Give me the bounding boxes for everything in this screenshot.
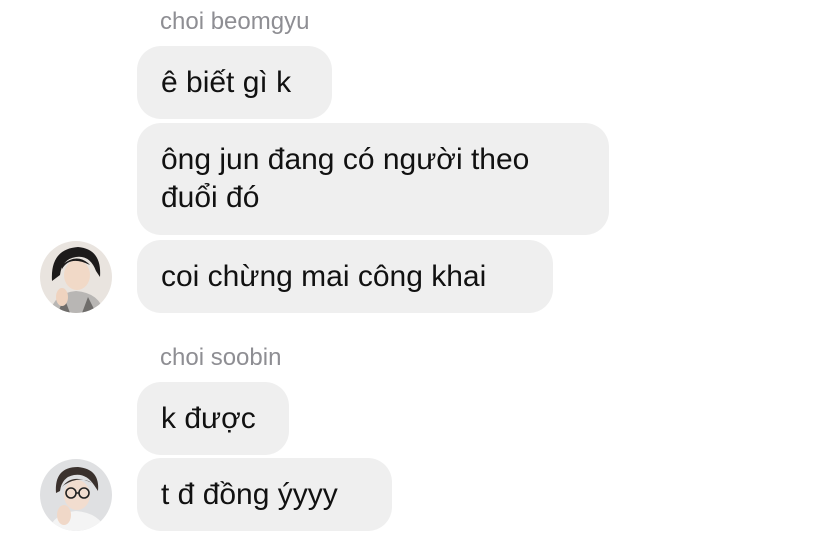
avatar-soobin[interactable] (40, 459, 112, 531)
message-bubble[interactable]: k được (137, 382, 289, 455)
message-text: ông jun đang có người theo đuổi đó (161, 143, 530, 214)
message-text: ê biết gì k (161, 65, 292, 99)
message-text: k được (161, 401, 256, 435)
avatar-beomgyu[interactable] (40, 241, 112, 313)
message-text: t đ đồng ýyyy (161, 477, 338, 511)
sender-name-soobin: choi soobin (160, 344, 282, 371)
message-bubble[interactable]: coi chừng mai công khai (137, 240, 553, 313)
message-bubble[interactable]: t đ đồng ýyyy (137, 458, 392, 531)
profile-photo-avatar-icon (40, 459, 112, 531)
message-text: coi chừng mai công khai (161, 259, 487, 293)
message-bubble[interactable]: ê biết gì k (137, 46, 332, 119)
profile-photo-avatar-icon (40, 241, 112, 313)
sender-name-beomgyu: choi beomgyu (160, 8, 310, 35)
message-bubble[interactable]: ông jun đang có người theo đuổi đó (137, 123, 609, 235)
